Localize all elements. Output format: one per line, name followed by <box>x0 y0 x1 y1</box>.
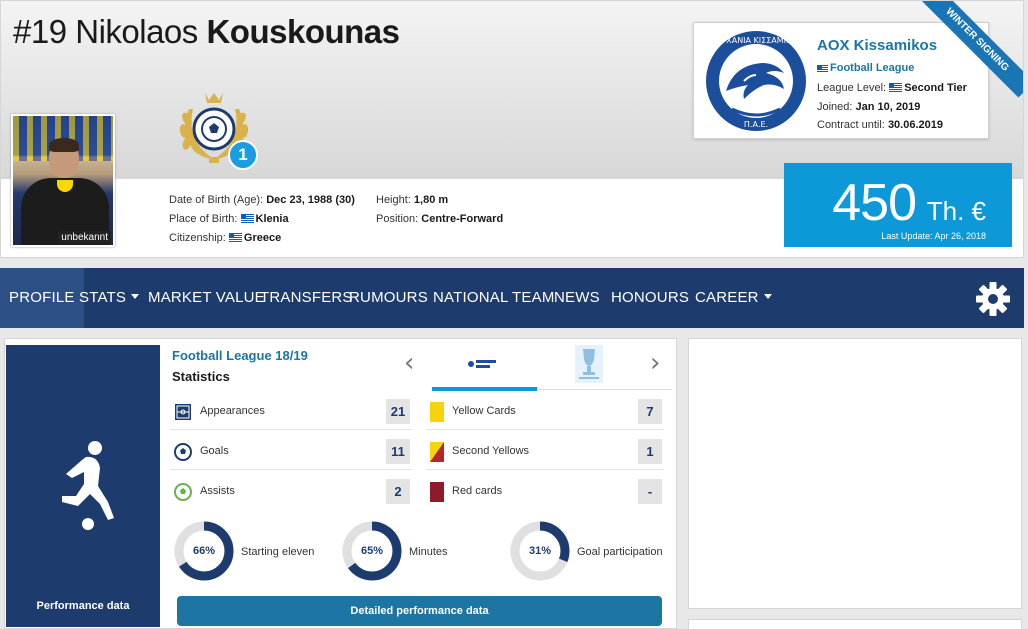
active-competition-tab[interactable] <box>432 387 537 391</box>
assist-ball-icon <box>174 483 192 501</box>
league-level: League Level: Second Tier <box>817 82 967 94</box>
statistics-title: Statistics <box>172 369 230 384</box>
stat-row-yellow-cards[interactable]: Yellow Cards 7 <box>426 394 664 430</box>
nav-transfers[interactable]: TRANSFERS <box>260 268 353 328</box>
shirt-number: #19 <box>13 13 67 50</box>
greece-flag-icon <box>817 65 828 72</box>
starting-eleven-label: Starting eleven <box>241 546 315 558</box>
market-value-box[interactable]: 450 Th. € Last Update: Apr 26, 2018 <box>784 163 1012 247</box>
nav-national-team[interactable]: NATIONAL TEAM <box>433 268 555 328</box>
greece-flag-icon <box>228 233 242 242</box>
stat-row-goals[interactable]: Goals 11 <box>170 434 412 470</box>
goal-participation-pct: 31% <box>528 545 552 557</box>
competition-title-link[interactable]: Football League 18/19 <box>172 348 308 363</box>
contract-until: Contract until: 30.06.2019 <box>817 119 943 131</box>
chevron-left-icon[interactable]: ‹ <box>404 348 414 378</box>
goals-value[interactable]: 11 <box>386 439 410 464</box>
footballer-icon <box>62 441 114 530</box>
goal-participation-label: Goal participation <box>577 546 663 558</box>
market-value: 450 <box>832 174 917 232</box>
date-of-birth: Date of Birth (Age): Dec 23, 1988 (30) <box>169 194 355 206</box>
greek-cup-logo-icon[interactable] <box>575 345 603 383</box>
award-count-badge: 1 <box>228 140 258 170</box>
market-value-updated: Last Update: Apr 26, 2018 <box>881 231 986 241</box>
competition-tab-divider <box>537 389 672 390</box>
minutes-label: Minutes <box>409 546 448 558</box>
player-photo[interactable]: unbekannt <box>11 114 115 247</box>
position: Position: Centre-Forward <box>376 213 504 225</box>
yellow-cards-value[interactable]: 7 <box>638 399 662 424</box>
stat-row-second-yellows[interactable]: Second Yellows 1 <box>426 434 664 470</box>
caret-down-icon <box>131 294 140 299</box>
football-icon <box>174 443 192 461</box>
height: Height: 1,80 m <box>376 194 449 206</box>
second-yellow-card-icon <box>430 442 444 462</box>
caret-down-icon <box>763 294 772 299</box>
chevron-right-icon[interactable]: › <box>650 348 660 378</box>
club-logo-text: Α.Ο ΧΑΝΙΑ ΚΙΣΣΑΜΙΚΟΣ <box>709 36 802 45</box>
performance-data-label: Performance data <box>36 600 130 612</box>
stat-row-assists[interactable]: Assists 2 <box>170 474 412 510</box>
stat-row-appearances[interactable]: Appearances 21 <box>170 394 412 430</box>
nav-profile[interactable]: PROFILE <box>0 268 84 328</box>
club-info-box: Π.Α.Ε. Α.Ο ΧΑΝΙΑ ΚΙΣΣΑΜΙΚΟΣ AOX Kissamik… <box>693 22 989 139</box>
club-logo-sub: Π.Α.Ε. <box>744 120 768 129</box>
main-navigation: PROFILE STATS MARKET VALUE TRANSFERS RUM… <box>0 268 1024 328</box>
first-name: Nikolaos <box>75 13 198 50</box>
starting-eleven-pct: 66% <box>192 545 216 557</box>
performance-side-panel: Performance data <box>6 345 160 627</box>
club-logo[interactable]: Π.Α.Ε. Α.Ο ΧΑΝΙΑ ΚΙΣΣΑΜΙΚΟΣ <box>704 29 808 133</box>
minutes-pct: 65% <box>360 545 384 557</box>
detailed-performance-button[interactable]: Detailed performance data <box>177 596 662 626</box>
market-value-unit: Th. € <box>926 196 986 226</box>
player-name: #19 Nikolaos Kouskounas <box>13 13 400 51</box>
nav-stats[interactable]: STATS <box>79 268 140 328</box>
pitch-icon <box>175 404 191 420</box>
second-yellows-value[interactable]: 1 <box>638 439 662 464</box>
place-of-birth: Place of Birth: Klenia <box>169 213 289 225</box>
stat-row-red-cards[interactable]: Red cards - <box>426 474 664 510</box>
red-card-icon <box>430 482 444 502</box>
joined-date: Joined: Jan 10, 2019 <box>817 101 921 113</box>
greece-flag-icon <box>889 83 903 92</box>
club-league-link[interactable]: Football League <box>817 62 914 74</box>
citizenship: Citizenship: Greece <box>169 232 282 244</box>
club-name-link[interactable]: AOX Kissamikos <box>817 37 937 54</box>
last-name: Kouskounas <box>206 13 400 50</box>
football-league-logo-icon[interactable] <box>467 358 499 370</box>
player-header: #19 Nikolaos Kouskounas unbekannt 1 Date <box>0 0 1024 258</box>
nav-news[interactable]: NEWS <box>554 268 600 328</box>
gear-icon[interactable] <box>975 281 1011 317</box>
nav-rumours[interactable]: RUMOURS <box>349 268 428 328</box>
photo-caption: unbekannt <box>58 231 111 244</box>
greece-flag-icon <box>240 214 254 223</box>
yellow-card-icon <box>430 402 444 422</box>
assists-value[interactable]: 2 <box>386 479 410 504</box>
appearances-value[interactable]: 21 <box>386 399 410 424</box>
nav-career[interactable]: CAREER <box>695 268 772 328</box>
side-content-card <box>688 338 1022 609</box>
nav-market-value[interactable]: MARKET VALUE <box>148 268 265 328</box>
side-content-card-2 <box>688 619 1022 629</box>
red-cards-value[interactable]: - <box>638 479 662 504</box>
nav-honours[interactable]: HONOURS <box>611 268 689 328</box>
